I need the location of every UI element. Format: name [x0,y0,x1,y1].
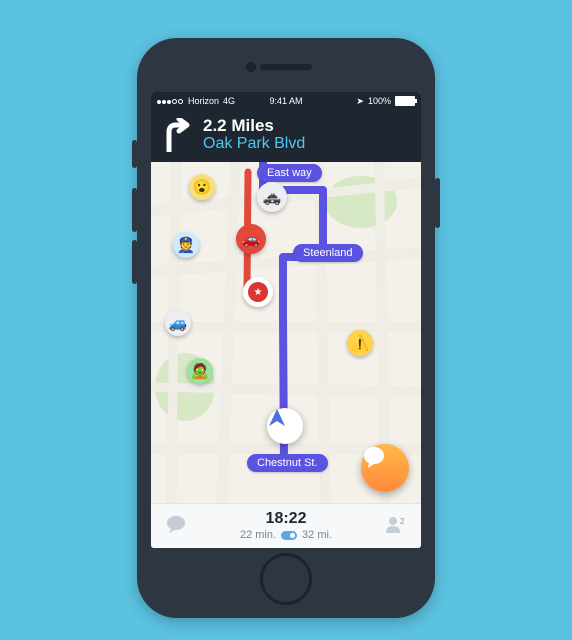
distance-remaining: 32 mi. [302,529,332,541]
marker-vehicle[interactable]: 🚙 [165,310,191,336]
label-east-way: East way [257,164,322,182]
marker-mood-happy[interactable]: 😮 [189,174,215,200]
route-toggle[interactable] [281,531,297,540]
distance-label: 2.2 Miles [203,116,305,136]
turn-right-icon [161,118,193,152]
svg-text:2: 2 [400,517,405,526]
clock: 9:41 AM [269,96,302,106]
volume-up [132,188,137,232]
battery-label: 100% [368,96,391,106]
report-button[interactable] [361,444,409,492]
carrier-label: Horizon [188,96,219,106]
friends-button[interactable]: 2 [385,515,407,538]
marker-car[interactable]: 🚓 [257,182,287,212]
speaker [260,64,312,70]
label-chestnut: Chestnut St. [247,454,328,472]
volume-down [132,240,137,284]
screen: Horizon 4G 9:41 AM ➤ 100% 2.2 Miles Oak … [151,92,421,548]
bottom-bar: 18:22 22 min. 32 mi. 2 [151,503,421,548]
signal-icon [157,96,184,106]
marker-police[interactable]: 👮 [173,232,199,258]
time-remaining: 22 min. [240,529,276,541]
marker-warning[interactable]: ⚠️ [347,330,373,356]
map-view[interactable]: East way Steenland Chestnut St. 😮 🚓 👮 🚗 … [151,162,421,504]
current-location-cursor[interactable] [267,408,303,444]
network-label: 4G [223,96,235,106]
label-steenland: Steenland [293,244,363,262]
status-bar: Horizon 4G 9:41 AM ➤ 100% [151,92,421,110]
battery-icon [395,96,415,106]
front-camera [246,62,256,72]
marker-traffic[interactable]: 🚗 [236,224,266,254]
phone-frame: Horizon 4G 9:41 AM ➤ 100% 2.2 Miles Oak … [137,38,435,618]
home-button[interactable] [260,553,312,605]
eta-label: 18:22 [240,511,332,527]
navigation-banner[interactable]: 2.2 Miles Oak Park Blvd [151,110,421,163]
marker-mood-zombie[interactable]: 🧟 [187,358,213,384]
mute-switch [132,140,137,168]
power-button [435,178,440,228]
mood-button[interactable] [165,515,187,538]
street-label: Oak Park Blvd [203,135,305,153]
marker-hazard-red[interactable]: ★ [243,277,273,307]
location-icon: ➤ [356,96,364,107]
